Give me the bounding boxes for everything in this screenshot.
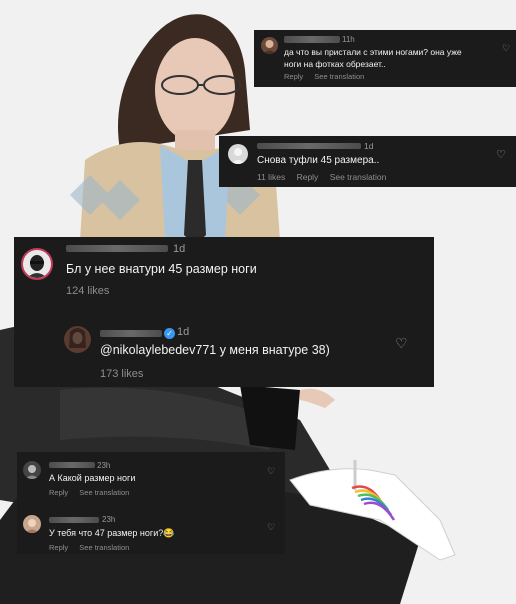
see-translation-button[interactable]: See translation — [79, 543, 129, 552]
comment-text-line-2: ноги на фотках обрезает.. — [284, 59, 386, 69]
likes-count[interactable]: 11 likes — [257, 172, 285, 182]
commenter-avatar-default[interactable] — [228, 144, 248, 164]
comment-actions: Reply See translation — [49, 488, 138, 497]
see-translation-button[interactable]: See translation — [330, 172, 387, 182]
username-redacted — [49, 517, 99, 523]
like-heart-icon[interactable]: ♡ — [502, 43, 510, 54]
commenter-avatar[interactable] — [23, 515, 41, 533]
like-heart-icon[interactable]: ♡ — [267, 522, 275, 533]
reply-likes: 173 likes — [100, 368, 152, 380]
reply-button[interactable]: Reply — [297, 172, 319, 182]
comment-text-line-1: да что вы пристали с этими ногами? она у… — [284, 47, 462, 57]
comment-actions: Reply See translation — [284, 72, 373, 81]
comment-time: 1d — [173, 243, 186, 255]
like-heart-icon[interactable]: ♡ — [267, 466, 275, 477]
comment-text: У тебя что 47 размер ноги?😂 — [49, 528, 175, 538]
likes-count[interactable]: 173 likes — [100, 368, 143, 380]
comment-text: Снова туфли 45 размера.. — [257, 155, 380, 166]
reply-avatar[interactable] — [64, 326, 91, 353]
comment-card-bottom: 23h А Какой размер ноги Reply See transl… — [17, 452, 285, 554]
username-redacted — [257, 143, 361, 149]
comment-time: 23h — [102, 515, 116, 524]
verified-badge-icon: ✓ — [164, 328, 175, 339]
comment-time: 23h — [97, 461, 111, 470]
reply-text: @nikolaylebedev771 у меня внатуре 38) — [100, 343, 330, 357]
comment-actions: Reply See translation — [49, 543, 138, 552]
comment-thread-card: 1d Бл у нее внатури 45 размер ноги 124 l… — [14, 237, 434, 387]
likes-count[interactable]: 124 likes — [66, 285, 109, 297]
like-heart-icon[interactable]: ♡ — [496, 148, 506, 161]
username-redacted — [49, 462, 95, 468]
username-redacted — [284, 36, 340, 43]
comment-time: 1d — [364, 141, 374, 151]
comment-text: А Какой размер ноги — [49, 473, 136, 483]
comment-actions: 11 likes Reply See translation — [257, 172, 395, 182]
comment-text: Бл у нее внатури 45 размер ноги — [66, 262, 257, 276]
commenter-avatar[interactable] — [261, 37, 278, 54]
commenter-avatar[interactable] — [23, 461, 41, 479]
like-heart-icon[interactable]: ♡ — [395, 335, 408, 352]
username-redacted — [66, 245, 168, 252]
comment-likes: 124 likes — [66, 285, 118, 297]
username-redacted — [100, 330, 162, 337]
comment-card-1: 11h да что вы пристали с этими ногами? о… — [254, 30, 516, 87]
see-translation-button[interactable]: See translation — [79, 488, 129, 497]
see-translation-button[interactable]: See translation — [314, 72, 364, 81]
reply-button[interactable]: Reply — [284, 72, 303, 81]
reply-button[interactable]: Reply — [49, 488, 68, 497]
reply-button[interactable]: Reply — [49, 543, 68, 552]
reply-time: 1d — [177, 326, 190, 338]
commenter-avatar[interactable] — [21, 248, 53, 280]
comment-time: 11h — [342, 35, 355, 44]
comment-card-2: 1d Снова туфли 45 размера.. 11 likes Rep… — [219, 136, 516, 187]
